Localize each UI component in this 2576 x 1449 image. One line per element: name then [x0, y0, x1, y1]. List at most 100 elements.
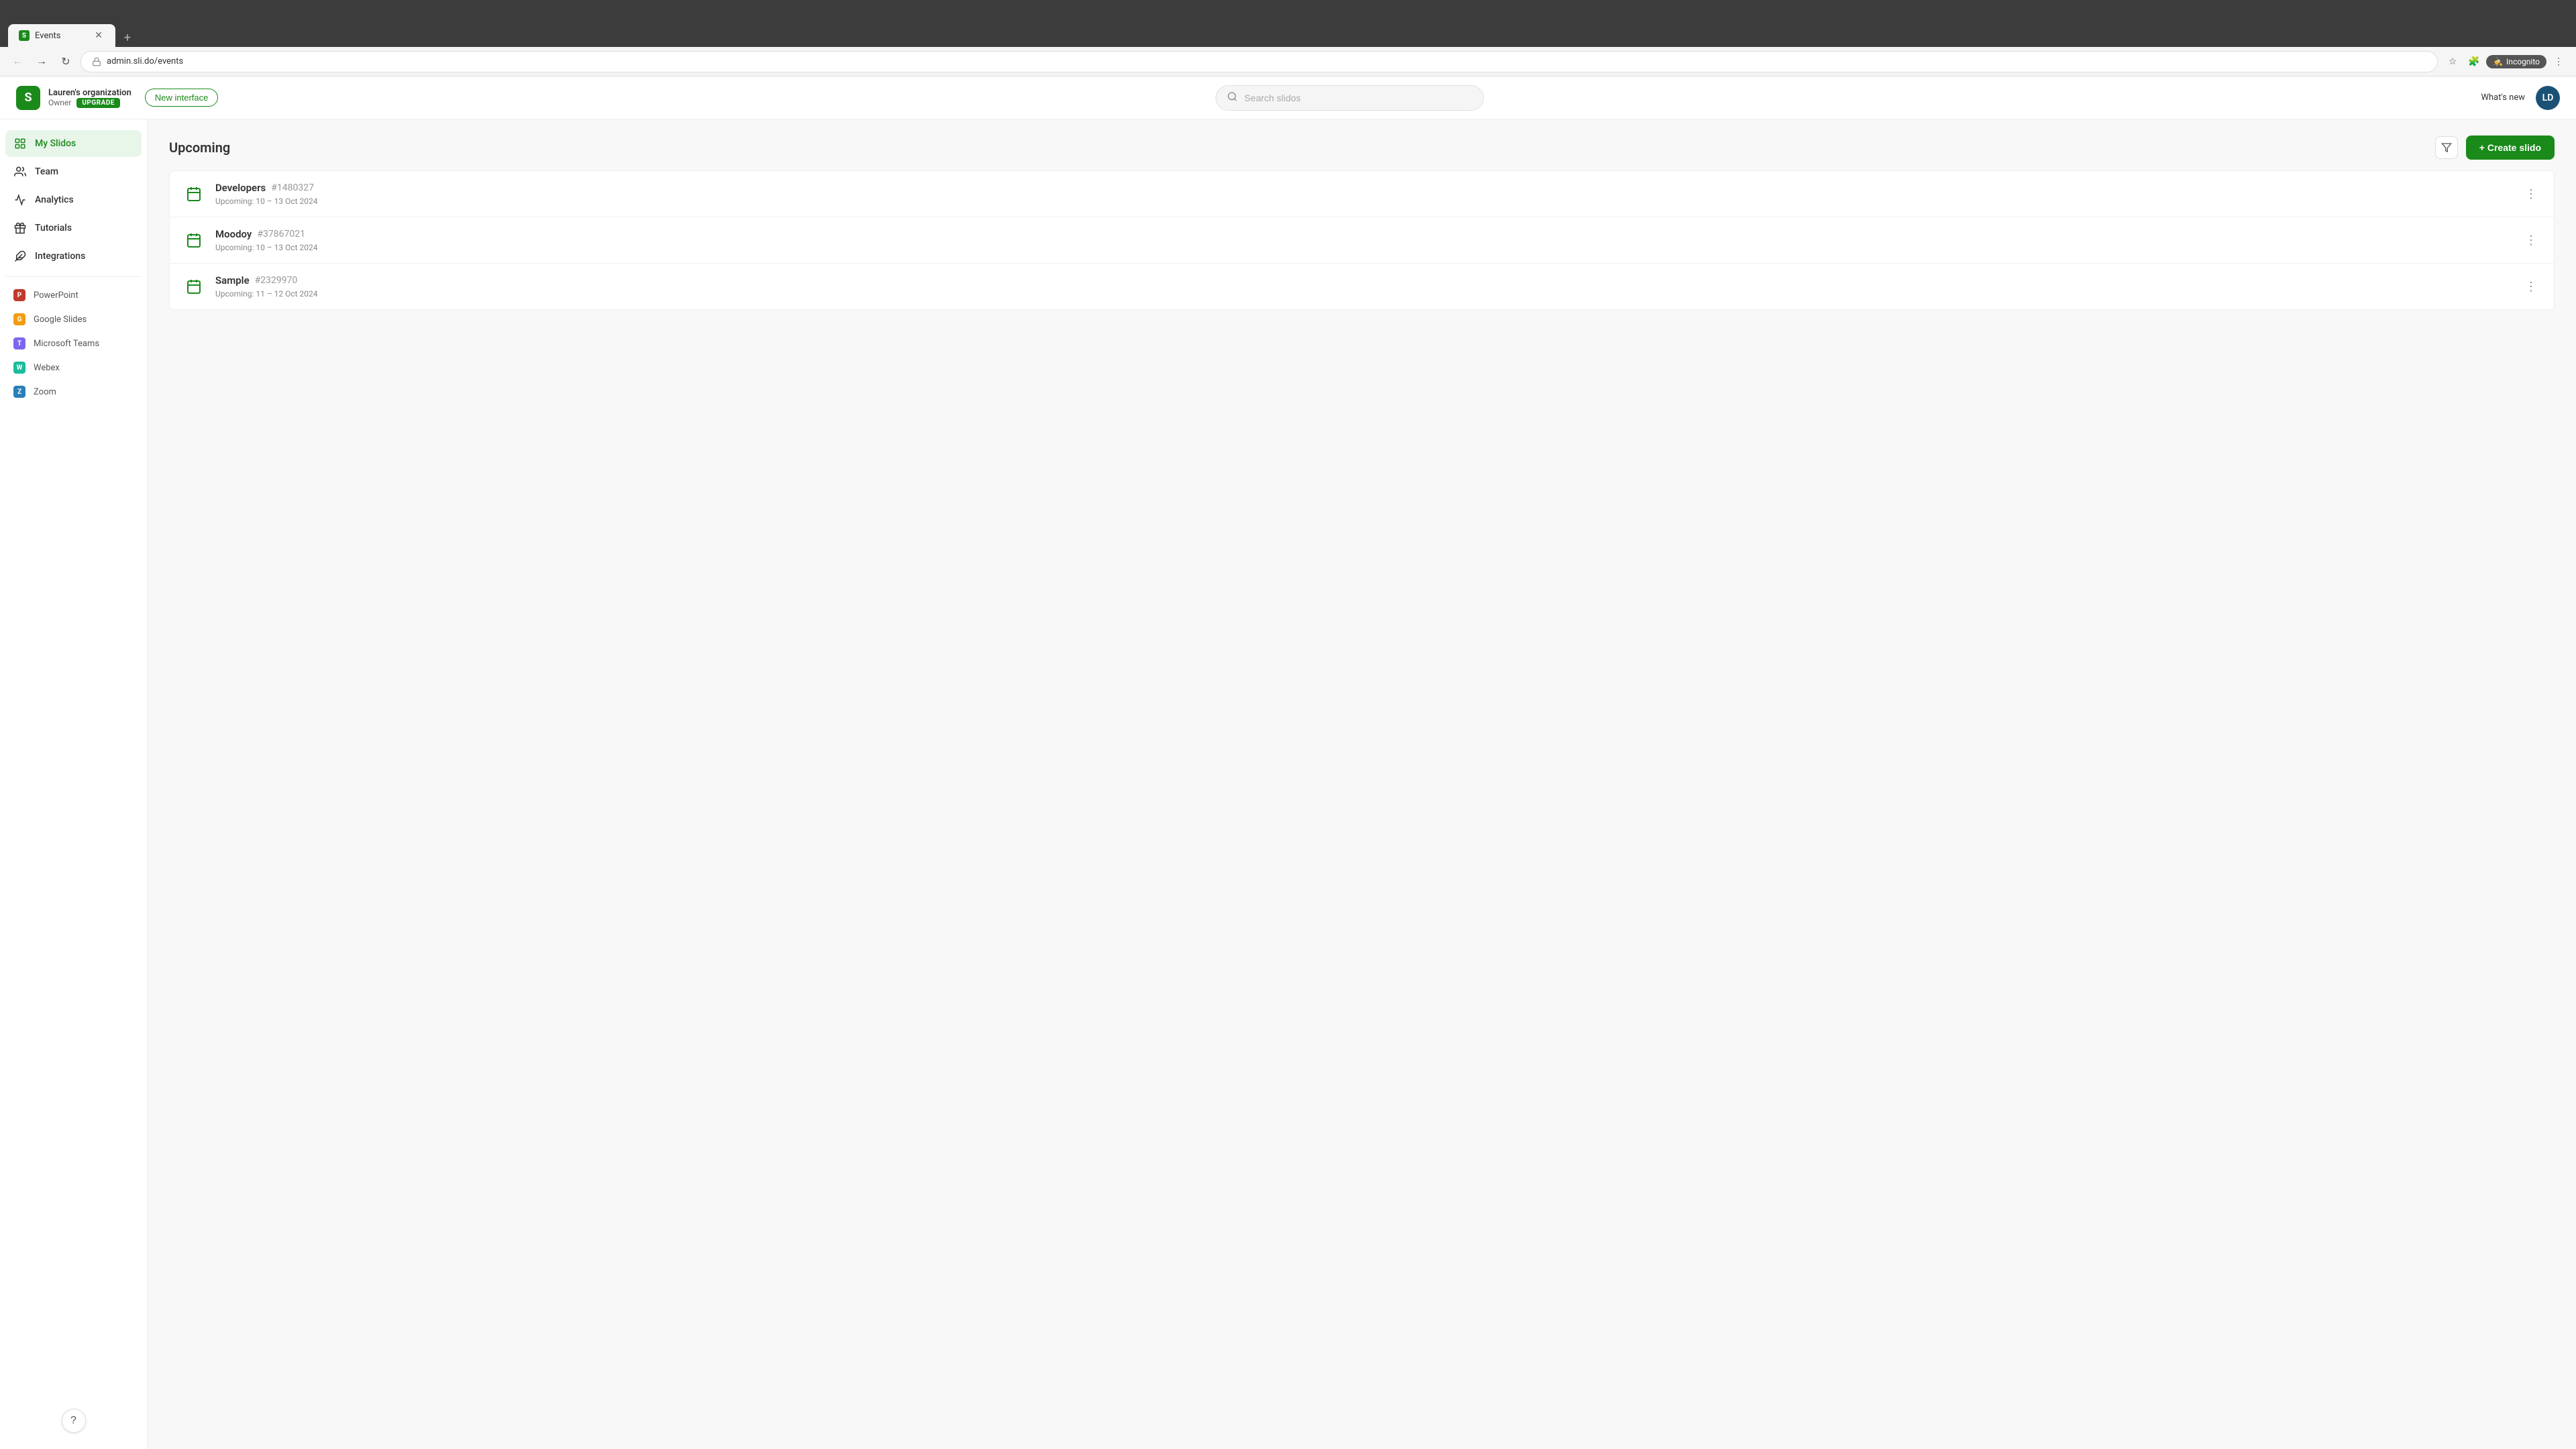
incognito-badge: 🕵️ Incognito — [2486, 55, 2546, 68]
org-name: Lauren's organization — [48, 88, 131, 98]
event-date: Upcoming: 11 – 12 Oct 2024 — [215, 289, 2511, 299]
create-slido-label: + Create slido — [2479, 142, 2541, 153]
filter-button[interactable] — [2435, 136, 2458, 159]
url-text: admin.sli.do/events — [107, 56, 183, 66]
event-id: #2329970 — [255, 275, 298, 286]
browser-tab[interactable]: S Events ✕ — [8, 24, 115, 47]
sidebar-label-analytics: Analytics — [35, 195, 74, 205]
lock-icon — [92, 57, 101, 66]
sidebar-item-google-slides[interactable]: G Google Slides — [5, 308, 142, 331]
search-icon — [1227, 91, 1238, 105]
table-row[interactable]: Sample #2329970 Upcoming: 11 – 12 Oct 20… — [170, 264, 2554, 309]
sidebar-label-team: Team — [35, 166, 58, 177]
logo-icon: S — [16, 86, 40, 110]
tab-title: Events — [35, 31, 87, 41]
table-row[interactable]: Developers #1480327 Upcoming: 10 – 13 Oc… — [170, 171, 2554, 217]
sidebar-item-tutorials[interactable]: Tutorials — [5, 215, 142, 241]
sidebar-item-webex[interactable]: W Webex — [5, 356, 142, 379]
event-id: #1480327 — [271, 182, 314, 193]
app-header: S Lauren's organization Owner UPGRADE Ne… — [0, 76, 2576, 119]
sidebar-label-integrations: Integrations — [35, 251, 85, 262]
event-info: Developers #1480327 Upcoming: 10 – 13 Oc… — [215, 182, 2511, 206]
incognito-label: Incognito — [2506, 57, 2540, 66]
sidebar-item-integrations[interactable]: Integrations — [5, 243, 142, 270]
sidebar-label-zoom: Zoom — [34, 387, 56, 397]
sidebar-divider — [5, 276, 142, 277]
event-more-button[interactable]: ⋮ — [2522, 277, 2540, 296]
help-button[interactable]: ? — [62, 1409, 86, 1433]
whats-new-link[interactable]: What's new — [2481, 93, 2525, 103]
filter-icon — [2441, 142, 2452, 153]
sidebar-item-analytics[interactable]: Analytics — [5, 186, 142, 213]
content-area: Upcoming + Create slido — [148, 119, 2576, 1449]
reload-button[interactable]: ↻ — [56, 52, 75, 71]
address-bar[interactable]: admin.sli.do/events — [80, 51, 2438, 72]
sidebar-item-powerpoint[interactable]: P PowerPoint — [5, 284, 142, 307]
gift-icon — [13, 221, 27, 235]
sidebar-item-my-slidos[interactable]: My Slidos — [5, 130, 142, 157]
header-right: What's new LD — [2481, 86, 2560, 110]
main-layout: My Slidos Team Analytics — [0, 119, 2576, 1449]
event-name: Sample — [215, 274, 250, 286]
bookmark-button[interactable]: ☆ — [2443, 52, 2462, 71]
search-input[interactable] — [1244, 93, 1472, 103]
event-title-row: Moodoy #37867021 — [215, 228, 2511, 240]
incognito-icon: 🕵️ — [2493, 57, 2503, 66]
calendar-icon — [183, 276, 205, 297]
create-slido-button[interactable]: + Create slido — [2466, 136, 2555, 160]
google-slides-icon: G — [13, 313, 25, 325]
webex-icon: W — [13, 362, 25, 374]
event-title-row: Developers #1480327 — [215, 182, 2511, 194]
menu-button[interactable]: ⋮ — [2549, 52, 2568, 71]
sidebar-label-tutorials: Tutorials — [35, 223, 72, 233]
org-info: Lauren's organization Owner UPGRADE — [48, 88, 131, 108]
section-title: Upcoming — [169, 140, 230, 156]
event-more-button[interactable]: ⋮ — [2522, 184, 2540, 203]
extensions-button[interactable]: 🧩 — [2465, 52, 2483, 71]
org-role: Owner — [48, 98, 71, 107]
sidebar-label-webex: Webex — [34, 363, 60, 373]
table-row[interactable]: Moodoy #37867021 Upcoming: 10 – 13 Oct 2… — [170, 217, 2554, 264]
event-info: Moodoy #37867021 Upcoming: 10 – 13 Oct 2… — [215, 228, 2511, 252]
puzzle-icon — [13, 250, 27, 263]
event-date: Upcoming: 10 – 13 Oct 2024 — [215, 197, 2511, 206]
calendar-icon — [183, 229, 205, 251]
upgrade-badge[interactable]: UPGRADE — [76, 98, 120, 108]
event-date: Upcoming: 10 – 13 Oct 2024 — [215, 243, 2511, 252]
events-list: Developers #1480327 Upcoming: 10 – 13 Oc… — [169, 170, 2555, 310]
new-tab-button[interactable]: + — [118, 28, 137, 47]
grid-icon — [13, 137, 27, 150]
people-icon — [13, 165, 27, 178]
new-interface-button[interactable]: New interface — [145, 89, 218, 107]
sidebar: My Slidos Team Analytics — [0, 119, 148, 1449]
slido-logo[interactable]: S — [16, 86, 40, 110]
section-actions: + Create slido — [2435, 136, 2555, 160]
sidebar-label-my-slidos: My Slidos — [35, 138, 76, 149]
browser-toolbar: ← → ↻ admin.sli.do/events ☆ 🧩 🕵️ Incogni… — [0, 47, 2576, 76]
header-search — [231, 85, 2467, 111]
event-id: #37867021 — [257, 229, 305, 239]
tab-close-button[interactable]: ✕ — [93, 30, 105, 42]
search-bar[interactable] — [1216, 85, 1484, 111]
sidebar-item-team[interactable]: Team — [5, 158, 142, 185]
chart-icon — [13, 193, 27, 207]
microsoft-teams-icon: T — [13, 337, 25, 350]
zoom-icon: Z — [13, 386, 25, 398]
back-button[interactable]: ← — [8, 52, 27, 71]
event-title-row: Sample #2329970 — [215, 274, 2511, 286]
section-header: Upcoming + Create slido — [169, 136, 2555, 160]
avatar[interactable]: LD — [2536, 86, 2560, 110]
calendar-icon — [183, 183, 205, 205]
logo-area: S Lauren's organization Owner UPGRADE — [16, 86, 131, 110]
forward-button[interactable]: → — [32, 52, 51, 71]
sidebar-item-microsoft-teams[interactable]: T Microsoft Teams — [5, 332, 142, 355]
sidebar-item-zoom[interactable]: Z Zoom — [5, 380, 142, 403]
sidebar-label-google-slides: Google Slides — [34, 315, 87, 325]
event-more-button[interactable]: ⋮ — [2522, 231, 2540, 250]
tab-favicon: S — [19, 30, 30, 41]
sidebar-label-powerpoint: PowerPoint — [34, 290, 78, 301]
org-role-row: Owner UPGRADE — [48, 98, 131, 108]
event-name: Developers — [215, 182, 266, 194]
powerpoint-icon: P — [13, 289, 25, 301]
event-name: Moodoy — [215, 228, 252, 240]
